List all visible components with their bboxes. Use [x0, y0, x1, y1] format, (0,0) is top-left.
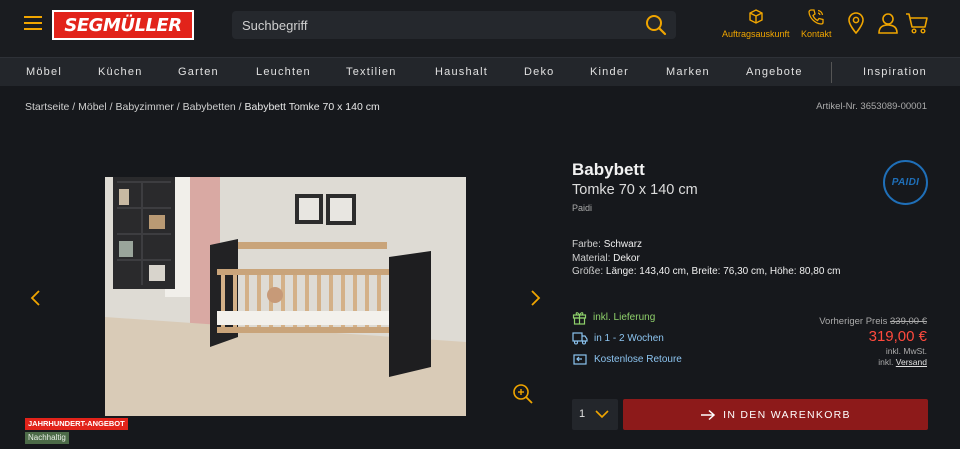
logo[interactable]: SEGMÜLLER [52, 10, 194, 40]
shipping-link[interactable]: Versand [896, 357, 927, 367]
product-brand[interactable]: Paidi [572, 203, 592, 213]
spec-color: Farbe: Schwarz [572, 239, 642, 250]
spec-label: Material: [572, 253, 611, 264]
product-subtitle: Tomke 70 x 140 cm [572, 182, 698, 198]
quantity-value: 1 [579, 408, 586, 420]
quantity-select[interactable]: 1 [572, 399, 618, 430]
phone-icon [808, 9, 824, 25]
main-nav: Möbel Küchen Garten Leuchten Textilien H… [0, 57, 960, 86]
chevron-down-icon [595, 410, 609, 419]
zoom-icon[interactable] [512, 383, 534, 405]
spec-size: Größe: Länge: 143,40 cm, Breite: 76,30 c… [572, 266, 841, 277]
account-link[interactable] [877, 12, 899, 34]
offer-badge: JAHRHUNDERT-ANGEBOT [25, 418, 128, 430]
brand-logo[interactable]: PAIDI [883, 160, 928, 205]
arrow-right-icon [701, 409, 716, 420]
spec-value: Länge: 143,40 cm, Breite: 76,30 cm, Höhe… [605, 266, 841, 277]
gift-icon [572, 311, 587, 325]
search-bar [232, 11, 676, 39]
cart-link[interactable] [905, 12, 929, 34]
previous-price-label: Vorheriger Preis [819, 316, 888, 327]
breadcrumb-link[interactable]: Möbel [78, 101, 107, 113]
menu-icon[interactable] [24, 16, 42, 32]
breadcrumb-current: Babybett Tomke 70 x 140 cm [244, 101, 380, 113]
product-image[interactable] [105, 177, 466, 416]
nav-item-textilien[interactable]: Textilien [346, 58, 397, 87]
store-locator-link[interactable] [847, 12, 865, 34]
previous-price: Vorheriger Preis 339,00 € [819, 316, 927, 327]
current-price: 319,00 € [868, 328, 927, 345]
previous-price-value: 339,00 € [890, 316, 927, 327]
feature-returns: Kostenlose Retoure [572, 352, 682, 366]
contact-link[interactable]: Kontakt [801, 8, 832, 39]
product-photo-illustration [105, 177, 466, 416]
box-icon [749, 9, 763, 24]
breadcrumb-link[interactable]: Babybetten [183, 101, 236, 113]
vat-note: inkl. MwSt. [885, 346, 927, 356]
nav-item-inspiration[interactable]: Inspiration [863, 58, 927, 87]
nav-item-kinder[interactable]: Kinder [590, 58, 629, 87]
feature-delivery: inkl. Lieferung [572, 310, 656, 325]
order-status-link[interactable]: Auftragsauskunft [722, 8, 790, 39]
shopping-cart-icon [906, 13, 928, 34]
spec-label: Größe: [572, 266, 604, 277]
nav-item-haushalt[interactable]: Haushalt [435, 58, 488, 87]
header: SEGMÜLLER Auftragsauskunft Kontakt [0, 0, 960, 57]
truck-icon [572, 332, 588, 345]
feature-text: Kostenlose Retoure [594, 353, 682, 365]
spec-material: Material: Dekor [572, 253, 640, 264]
add-to-cart-label: IN DEN WARENKORB [723, 408, 851, 421]
feature-text: inkl. Lieferung [593, 311, 656, 323]
nav-item-moebel[interactable]: Möbel [26, 58, 62, 87]
spec-value: Dekor [613, 253, 640, 264]
nav-item-kuechen[interactable]: Küchen [98, 58, 143, 87]
location-pin-icon [848, 12, 864, 34]
contact-label: Kontakt [801, 29, 832, 39]
brand-logo-text: PAIDI [891, 177, 920, 188]
gallery-next-icon[interactable] [528, 289, 542, 307]
feature-delivery-time: in 1 - 2 Wochen [572, 331, 664, 345]
nav-item-garten[interactable]: Garten [178, 58, 219, 87]
shipping-note: inkl. Versand [878, 357, 927, 367]
nav-item-deko[interactable]: Deko [524, 58, 554, 87]
order-status-label: Auftragsauskunft [722, 29, 790, 39]
search-input[interactable] [242, 11, 632, 39]
nav-item-angebote[interactable]: Angebote [746, 58, 803, 87]
product-title: Babybett [572, 160, 645, 179]
add-to-cart-button[interactable]: IN DEN WARENKORB [623, 399, 928, 430]
return-icon [573, 354, 587, 365]
spec-value: Schwarz [603, 239, 643, 250]
nav-item-leuchten[interactable]: Leuchten [256, 58, 311, 87]
logo-text: SEGMÜLLER [64, 14, 182, 36]
shipping-prefix: inkl. [878, 357, 894, 367]
spec-label: Farbe: [572, 239, 601, 250]
nav-item-marken[interactable]: Marken [666, 58, 710, 87]
nav-divider [831, 62, 832, 83]
breadcrumb-link[interactable]: Startseite [25, 101, 69, 113]
breadcrumb-link[interactable]: Babyzimmer [116, 101, 174, 113]
sustainable-badge: Nachhaltig [25, 432, 69, 444]
gallery-prev-icon[interactable] [29, 289, 43, 307]
breadcrumb: Startseite / Möbel / Babyzimmer / Babybe… [25, 101, 380, 113]
search-icon[interactable] [644, 14, 668, 36]
user-icon [878, 13, 898, 34]
article-number: Artikel-Nr. 3653089-00001 [816, 101, 927, 112]
feature-text: in 1 - 2 Wochen [594, 332, 664, 344]
